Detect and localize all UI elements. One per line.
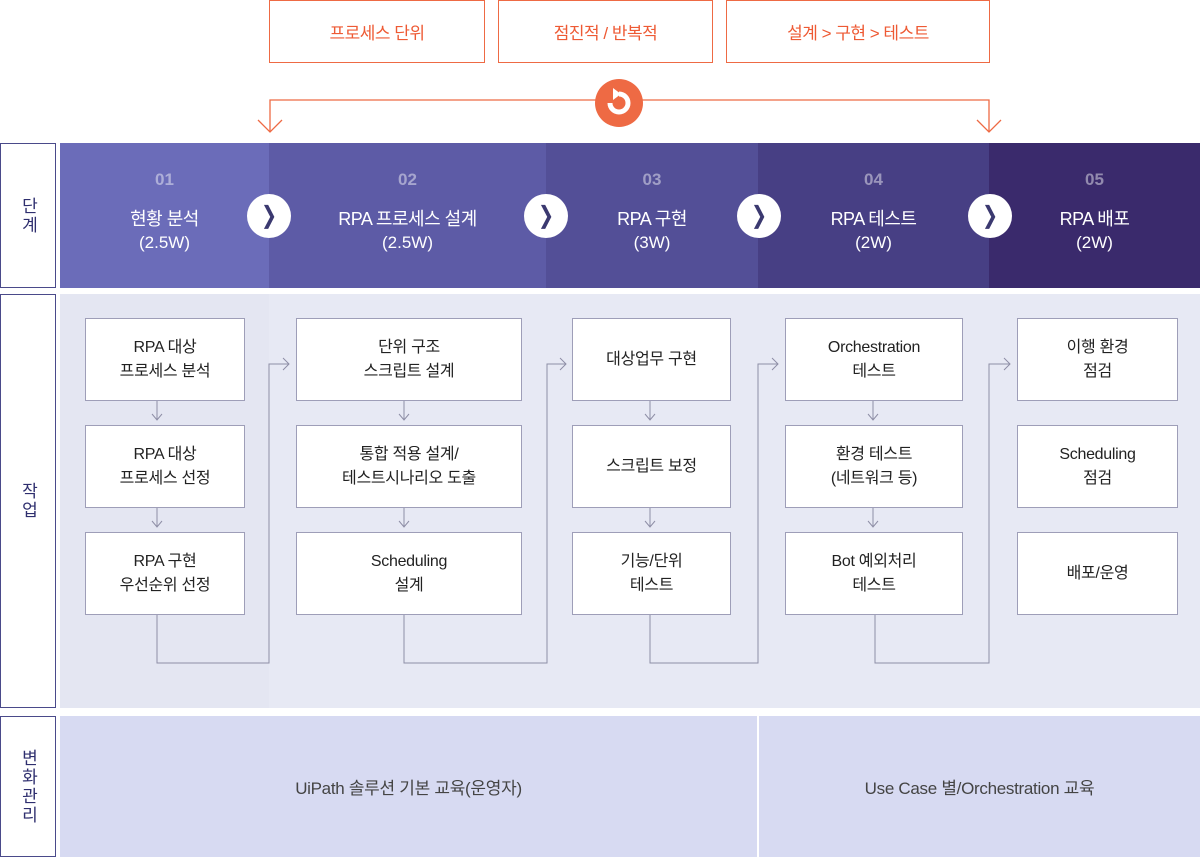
change-mgmt-orchestration-training: Use Case 별/Orchestration 교육 [759,716,1200,857]
task-box: Orchestration 테스트 [785,318,963,401]
task-box: RPA 대상 프로세스 분석 [85,318,245,401]
task-box: 이행 환경 점검 [1017,318,1178,401]
task-box: 단위 구조 스크립트 설계 [296,318,522,401]
task-box: RPA 대상 프로세스 선정 [85,425,245,508]
task-box: Scheduling 점검 [1017,425,1178,508]
task-box: 기능/단위 테스트 [572,532,731,615]
task-box: Scheduling 설계 [296,532,522,615]
task-box: 통합 적용 설계/ 테스트시나리오 도출 [296,425,522,508]
change-mgmt-basic-training: UiPath 솔루션 기본 교육(운영자) [60,716,757,857]
task-box: 배포/운영 [1017,532,1178,615]
task-box: Bot 예외처리 테스트 [785,532,963,615]
task-box: 스크립트 보정 [572,425,731,508]
task-box: 대상업무 구현 [572,318,731,401]
task-box: RPA 구현 우선순위 선정 [85,532,245,615]
task-box: 환경 테스트 (네트워크 등) [785,425,963,508]
